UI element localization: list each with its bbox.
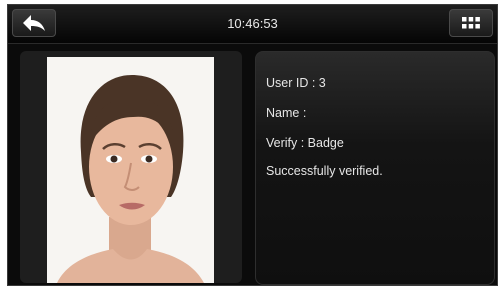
user-id-label: User ID : 3 bbox=[266, 76, 326, 90]
verification-status: Successfully verified. bbox=[266, 164, 383, 178]
clock-time: 10:46:53 bbox=[227, 16, 278, 31]
user-photo bbox=[47, 57, 214, 283]
top-bar: 10:46:53 bbox=[8, 5, 497, 44]
name-label: Name : bbox=[266, 106, 307, 120]
verification-info-panel: User ID : 3 Name : Verify : Badge Succes… bbox=[255, 51, 495, 285]
photo-panel bbox=[20, 51, 242, 283]
face-portrait-image bbox=[57, 75, 204, 283]
menu-button[interactable] bbox=[449, 9, 493, 37]
verify-method-label: Verify : Badge bbox=[266, 136, 344, 150]
grid-menu-icon bbox=[462, 17, 480, 29]
device-screen: 10:46:53 User ID: 3 Name: Verify: Bad… bbox=[7, 4, 498, 286]
